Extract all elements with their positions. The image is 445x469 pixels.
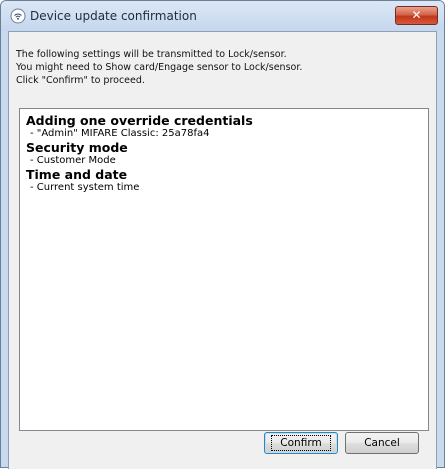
- confirm-button-label: Confirm: [271, 435, 331, 451]
- dialog-window: Device update confirmation ✕ The followi…: [0, 0, 445, 469]
- section-item-time: - Current system time: [30, 182, 140, 193]
- section-heading-security-mode: Security mode: [26, 140, 128, 155]
- confirm-button[interactable]: Confirm: [264, 432, 338, 454]
- section-item-credential: - "Admin" MIFARE Classic: 25a78fa4: [30, 128, 210, 139]
- intro-line-3: Click "Confirm" to proceed.: [16, 75, 145, 86]
- settings-details-box[interactable]: Adding one override credentials - "Admin…: [19, 108, 429, 431]
- section-heading-time-and-date: Time and date: [26, 167, 128, 182]
- dialog-body: The following settings will be transmitt…: [8, 31, 437, 469]
- window-title: Device update confirmation: [30, 9, 197, 23]
- intro-text: The following settings will be transmitt…: [16, 48, 302, 87]
- close-button[interactable]: ✕: [395, 6, 438, 25]
- close-icon: ✕: [411, 8, 422, 22]
- intro-line-1: The following settings will be transmitt…: [16, 49, 287, 60]
- intro-line-2: You might need to Show card/Engage senso…: [16, 62, 303, 73]
- title-bar[interactable]: Device update confirmation ✕: [1, 1, 444, 31]
- section-heading-override-credentials: Adding one override credentials: [26, 113, 253, 128]
- cancel-button[interactable]: Cancel: [345, 432, 419, 454]
- wireless-signal-icon: [10, 8, 26, 24]
- section-item-security-mode: - Customer Mode: [30, 155, 116, 166]
